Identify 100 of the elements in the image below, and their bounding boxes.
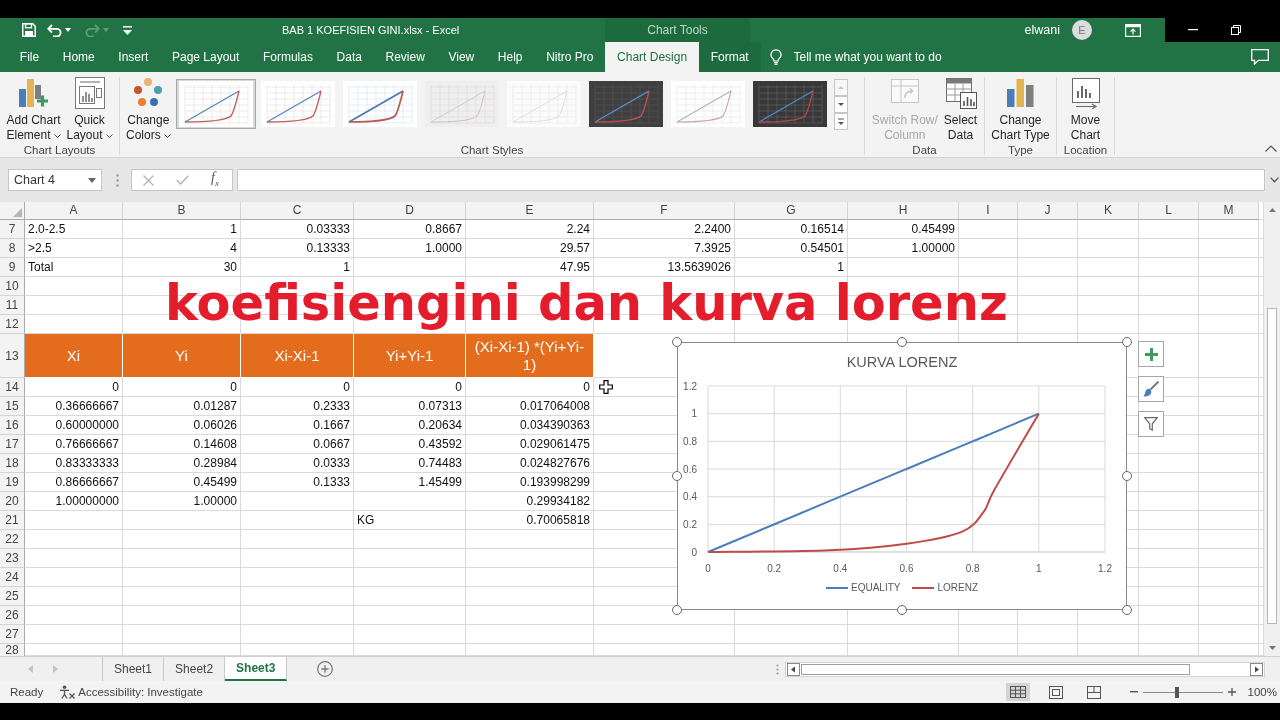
row-number[interactable]: 8 (0, 239, 25, 258)
column-header[interactable]: B (123, 202, 241, 220)
row-number[interactable]: 28 (0, 644, 25, 656)
row-number[interactable]: 12 (0, 315, 25, 334)
ribbon-tab[interactable]: File (8, 42, 51, 72)
resize-handle[interactable] (672, 337, 682, 347)
row-number[interactable]: 16 (0, 416, 25, 435)
resize-handle[interactable] (672, 471, 682, 481)
zoom-level-button[interactable]: 100% (1247, 686, 1277, 698)
change-chart-type-button[interactable]: Change Chart Type (988, 77, 1053, 143)
column-header[interactable]: M (1199, 202, 1259, 220)
ribbon-tab[interactable]: Formulas (251, 42, 325, 72)
column-header[interactable]: F (594, 202, 735, 220)
row-number[interactable]: 24 (0, 568, 25, 587)
row-number[interactable]: 26 (0, 606, 25, 625)
column-header[interactable]: C (241, 202, 354, 220)
collapse-ribbon-icon[interactable] (1265, 145, 1277, 152)
customize-icon[interactable] (123, 25, 132, 35)
accessibility-button[interactable]: Accessibility: Investigate (59, 685, 203, 699)
column-header[interactable]: G (735, 202, 848, 220)
insert-function-button[interactable]: f$_{x}$ (211, 170, 219, 190)
row-number[interactable]: 22 (0, 530, 25, 549)
ribbon-tab[interactable]: Format (698, 42, 761, 72)
undo-icon[interactable] (47, 23, 62, 37)
chart-area[interactable]: KURVA LORENZ 0 0.2 0.4 0.6 0.8 1 1.2 0 0.2 0.4 0.6 0.8 1 1.2 EQUALITY LORENZ (677, 342, 1127, 610)
table-cell-text: 0.03333 (305, 221, 351, 238)
ribbon-tab[interactable]: Chart Design (605, 42, 699, 72)
sheet-tab[interactable]: Sheet3 (225, 657, 288, 681)
row-number[interactable]: 10 (0, 277, 25, 296)
comment-icon[interactable] (1251, 49, 1269, 65)
drag-handle-icon[interactable] (116, 173, 119, 187)
ribbon-tab[interactable]: Insert (106, 42, 161, 72)
resize-handle[interactable] (1122, 337, 1132, 347)
ribbon-tab[interactable]: Data (324, 42, 374, 72)
row-number[interactable]: 21 (0, 511, 25, 530)
column-header[interactable]: A (25, 202, 123, 220)
normal-view-button[interactable] (1005, 683, 1030, 701)
minimize-icon[interactable] (1188, 29, 1198, 31)
column-header[interactable]: K (1078, 202, 1139, 220)
vertical-scrollbar[interactable] (1263, 202, 1280, 656)
row-number[interactable]: 19 (0, 473, 25, 492)
ribbon-tab[interactable]: Nitro Pro (534, 42, 606, 72)
save-icon[interactable] (22, 23, 36, 37)
restore-icon[interactable] (1231, 25, 1241, 35)
more-icon[interactable] (833, 113, 848, 130)
row-number[interactable]: 15 (0, 397, 25, 416)
scroll-down-icon[interactable] (1268, 646, 1276, 650)
row-number[interactable]: 7 (0, 220, 25, 239)
row-number[interactable]: 27 (0, 625, 25, 644)
tell-me-field[interactable]: Tell me what you want to do (793, 42, 974, 72)
scroll-down-icon[interactable] (833, 96, 848, 113)
zoom-in-icon[interactable] (1227, 688, 1236, 696)
scroll-left-icon[interactable] (787, 662, 800, 676)
caret-icon[interactable] (65, 28, 71, 32)
zoom-slider-thumb[interactable] (1174, 686, 1179, 698)
horizontal-scrollbar[interactable] (785, 661, 1265, 677)
select-data-button[interactable]: Select Data (940, 77, 981, 143)
expand-formula-icon[interactable] (1270, 177, 1279, 183)
ribbon-tab[interactable]: Review (373, 42, 437, 72)
ribbon-tab[interactable]: Home (50, 42, 107, 72)
table-cell-text: 0.0333 (312, 455, 351, 472)
column-header[interactable]: I (959, 202, 1018, 220)
row-number[interactable]: 9 (0, 258, 25, 277)
column-header[interactable]: E (466, 202, 594, 220)
formula-input[interactable] (237, 169, 1265, 191)
column-header[interactable]: J (1018, 202, 1078, 220)
row-number[interactable]: 14 (0, 378, 25, 397)
change-colors-button[interactable]: Change Colors (123, 77, 174, 143)
row-number[interactable]: 25 (0, 587, 25, 606)
resize-handle[interactable] (1122, 471, 1132, 481)
resize-handle[interactable] (897, 605, 907, 615)
chart-filters-button[interactable] (1138, 411, 1164, 437)
column-header[interactable]: H (848, 202, 959, 220)
row-number[interactable]: 23 (0, 549, 25, 568)
row-number[interactable]: 17 (0, 435, 25, 454)
resize-handle[interactable] (672, 605, 682, 615)
scrollbar-thumb[interactable] (801, 663, 1190, 675)
ribbon-tab[interactable]: View (436, 42, 487, 72)
row-number[interactable]: 20 (0, 492, 25, 511)
ribbon-display-icon[interactable] (1125, 23, 1141, 37)
add-sheet-icon[interactable] (317, 661, 334, 677)
scroll-up-icon[interactable] (1268, 208, 1276, 212)
add-chart-element-button[interactable]: Add Chart Element (3, 77, 64, 143)
column-header[interactable]: L (1139, 202, 1199, 220)
row-number[interactable]: 18 (0, 454, 25, 473)
scroll-right-icon[interactable] (1250, 662, 1263, 676)
row-number[interactable]: 11 (0, 296, 25, 315)
column-header[interactable]: D (354, 202, 466, 220)
split-handle-icon[interactable] (776, 663, 779, 675)
chart-elements-button[interactable] (1138, 341, 1164, 367)
row-number[interactable]: 13 (0, 334, 25, 378)
scrollbar-thumb[interactable] (1267, 308, 1277, 624)
resize-handle[interactable] (897, 337, 907, 347)
quick-layout-button[interactable]: Quick Layout (63, 77, 116, 143)
ribbon-tab[interactable]: Page Layout (160, 42, 252, 72)
user-name[interactable]: elwani (1024, 23, 1060, 37)
resize-handle[interactable] (1122, 605, 1132, 615)
ribbon-tab[interactable]: Help (486, 42, 535, 72)
move-chart-button[interactable]: Move Chart (1066, 77, 1105, 143)
chart-styles-button[interactable] (1138, 376, 1164, 402)
